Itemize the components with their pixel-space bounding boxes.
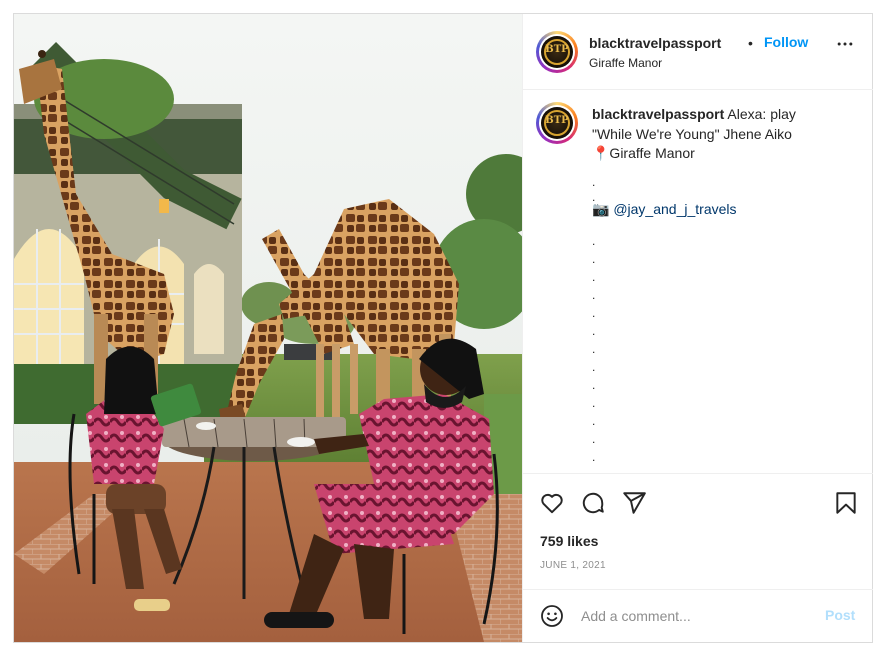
camera-icon: 📷 (592, 201, 614, 217)
caption-dot: . (592, 270, 596, 284)
mention-link[interactable]: @jay_and_j_travels (613, 201, 736, 217)
caption-dot: . (592, 234, 596, 248)
more-options-icon[interactable] (835, 34, 855, 59)
username-link[interactable]: blacktravelpassport (589, 35, 721, 51)
caption-text: blacktravelpassport Alexa: play "While W… (592, 105, 842, 164)
caption-dot: . (592, 360, 596, 374)
photo-credit: 📷 @jay_and_j_travels (592, 201, 737, 218)
likes-count[interactable]: 759 likes (540, 533, 598, 549)
bookmark-icon[interactable] (833, 490, 859, 521)
caption-avatar-monogram: BTP (545, 115, 569, 126)
post-header: BTP blacktravelpassport • Follow Giraffe… (523, 14, 873, 90)
share-icon[interactable] (621, 490, 647, 521)
follow-button[interactable]: Follow (764, 34, 808, 50)
post-photo[interactable] (14, 14, 522, 642)
caption-dot: . (592, 175, 596, 189)
caption-line-3: 📍Giraffe Manor (592, 145, 695, 161)
profile-avatar[interactable]: BTP (536, 31, 578, 73)
caption-dot: . (592, 432, 596, 446)
caption-dot: . (592, 288, 596, 302)
location-link[interactable]: Giraffe Manor (589, 56, 662, 70)
caption-line-2: "While We're Young" Jhene Aiko (592, 125, 792, 142)
avatar-monogram: BTP (545, 44, 569, 55)
post-caption: BTP blacktravelpassport Alexa: play "Whi… (523, 91, 873, 472)
post-actions: 759 likes JUNE 1, 2021 (523, 473, 873, 602)
caption-dot: . (592, 396, 596, 410)
comment-input[interactable] (581, 604, 811, 628)
instagram-post: BTP blacktravelpassport • Follow Giraffe… (13, 13, 873, 643)
caption-dot: . (592, 414, 596, 428)
heart-icon[interactable] (539, 490, 565, 521)
caption-dot: . (592, 324, 596, 338)
caption-dot: . (592, 450, 596, 464)
caption-dot: . (592, 378, 596, 392)
caption-dot: . (592, 306, 596, 320)
separator-dot: • (748, 35, 753, 51)
post-date: JUNE 1, 2021 (540, 560, 606, 571)
post-side-panel: BTP blacktravelpassport • Follow Giraffe… (522, 14, 873, 642)
comment-icon[interactable] (580, 490, 606, 521)
caption-username[interactable]: blacktravelpassport (592, 106, 724, 122)
caption-dot: . (592, 252, 596, 266)
comment-bar: Post (523, 589, 873, 642)
caption-dot: . (592, 342, 596, 356)
caption-line-1: Alexa: play (724, 106, 796, 122)
caption-avatar[interactable]: BTP (536, 102, 578, 144)
emoji-icon[interactable] (540, 604, 564, 633)
post-comment-button[interactable]: Post (825, 607, 855, 623)
